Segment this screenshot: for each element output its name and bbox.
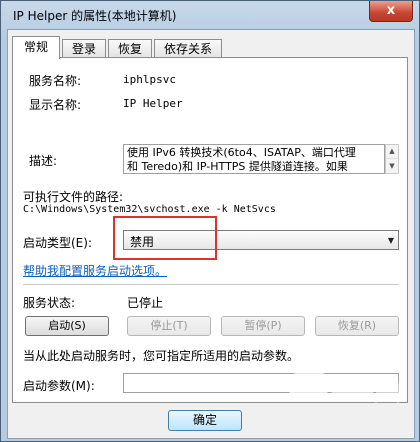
service-status-label: 服务状态: — [23, 296, 76, 310]
tab-general[interactable]: 常规 — [12, 36, 60, 59]
description-scrollbar[interactable]: ▲ ▼ — [385, 144, 399, 174]
display-name-value: IP Helper — [123, 97, 183, 110]
display-name-label: 显示名称: — [29, 98, 82, 112]
help-configure-link[interactable]: 帮助我配置服务启动选项。 — [23, 262, 167, 279]
exe-path-value: C:\Windows\System32\svchost.exe -k NetSv… — [23, 204, 276, 215]
close-icon: x — [386, 3, 396, 18]
description-line-2: 和 Teredo)和 IP-HTTPS 提供隧道连接。如果 — [127, 160, 348, 173]
tab-recovery[interactable]: 恢复 — [108, 39, 152, 57]
start-params-label: 启动参数(M): — [23, 379, 95, 393]
exe-path-label: 可执行文件的路径: — [23, 190, 124, 204]
window-title: IP Helper 的属性(本地计算机) — [13, 9, 177, 23]
scroll-up-icon[interactable]: ▲ — [386, 145, 398, 159]
properties-window: IP Helper 的属性(本地计算机) x 常规 登录 恢复 依存关系 服务名… — [0, 0, 420, 442]
description-label: 描述: — [29, 154, 58, 168]
tab-logon[interactable]: 登录 — [62, 39, 106, 57]
start-button[interactable]: 启动(S) — [25, 316, 109, 336]
tab-dependencies[interactable]: 依存关系 — [154, 39, 222, 57]
service-name-label: 服务名称: — [29, 74, 82, 88]
pause-button[interactable]: 暂停(P) — [221, 316, 305, 336]
service-name-value: iphlpsvc — [123, 73, 176, 86]
divider — [23, 284, 399, 286]
stop-button[interactable]: 停止(T) — [127, 316, 211, 336]
startup-type-value: 禁用 — [130, 235, 155, 249]
close-button[interactable]: x — [369, 1, 413, 22]
service-status-value: 已停止 — [127, 296, 164, 310]
chevron-down-icon: ▼ — [387, 236, 394, 245]
scroll-down-icon[interactable]: ▼ — [386, 160, 398, 173]
ok-button[interactable]: 确定 — [168, 410, 242, 431]
description-line-1: 使用 IPv6 转换技术(6to4、ISATAP、端口代理 — [127, 146, 356, 159]
startup-type-label: 启动类型(E): — [23, 236, 92, 250]
start-params-hint: 当从此处启动服务时，您可指定所适用的启动参数。 — [23, 349, 300, 363]
startup-type-select[interactable]: 禁用 ▼ — [123, 230, 399, 250]
title-bar[interactable]: IP Helper 的属性(本地计算机) x — [1, 1, 419, 29]
watermark-logo — [289, 370, 403, 403]
general-panel: 服务名称: iphlpsvc 显示名称: IP Helper 描述: 使用 IP… — [12, 57, 408, 403]
description-box[interactable]: 使用 IPv6 转换技术(6to4、ISATAP、端口代理 和 Teredo)和… — [123, 144, 385, 174]
resume-button[interactable]: 恢复(R) — [315, 316, 399, 336]
